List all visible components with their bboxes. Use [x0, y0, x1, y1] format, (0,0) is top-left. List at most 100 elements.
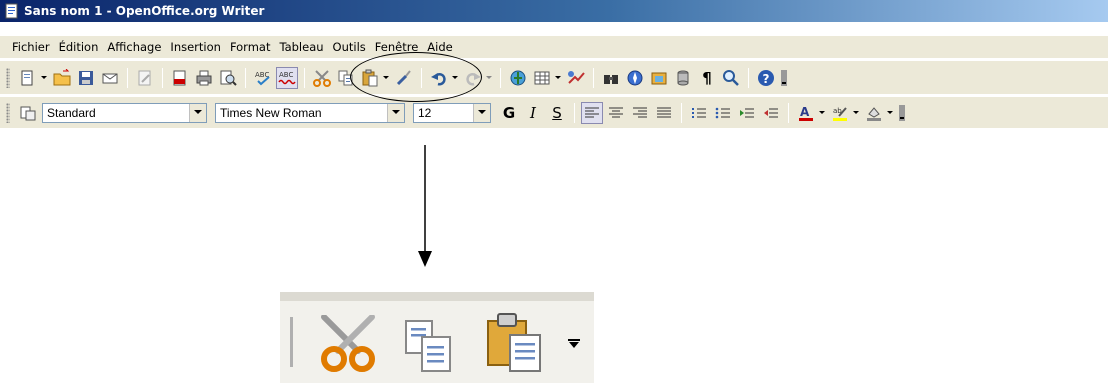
- hyperlink-button[interactable]: [507, 67, 529, 89]
- cut-button[interactable]: [311, 67, 333, 89]
- toolbar-overflow[interactable]: [897, 102, 907, 124]
- paste-dropdown-icon[interactable]: [568, 339, 580, 349]
- menu-outils[interactable]: Outils: [333, 40, 366, 54]
- edit-file-icon: [138, 70, 151, 85]
- chevron-down-icon[interactable]: [189, 103, 206, 122]
- background-color-dropdown[interactable]: [886, 102, 894, 124]
- toolbar-grip[interactable]: [6, 67, 10, 88]
- menu-affichage[interactable]: Affichage: [107, 40, 161, 54]
- paragraph-style-select[interactable]: Standard: [42, 102, 207, 123]
- bullets-button[interactable]: [712, 102, 734, 124]
- align-right-icon: [633, 107, 647, 117]
- numbering-button[interactable]: [688, 102, 710, 124]
- font-size-value: 12: [418, 105, 432, 120]
- formatting-marks-button[interactable]: ¶: [696, 67, 718, 89]
- menu-fichier[interactable]: Fichier: [12, 40, 50, 54]
- save-button[interactable]: [75, 67, 97, 89]
- navigator-button[interactable]: [624, 67, 646, 89]
- overflow-icon: [899, 104, 905, 121]
- find-replace-button[interactable]: [600, 67, 622, 89]
- font-name-value: Times New Roman: [220, 105, 322, 120]
- font-color-button[interactable]: A: [795, 102, 817, 124]
- window-title: Sans nom 1 - OpenOffice.org Writer: [24, 4, 265, 18]
- export-pdf-button[interactable]: [169, 67, 191, 89]
- zoom-button[interactable]: [720, 67, 742, 89]
- new-dropdown[interactable]: [40, 67, 48, 89]
- table-icon: [534, 71, 550, 84]
- align-center-icon: [609, 107, 623, 117]
- data-sources-icon: [677, 70, 689, 85]
- draw-functions-icon: [568, 70, 585, 84]
- standard-toolbar: ABC ABC ¶ ?: [0, 60, 1108, 94]
- writer-window: Sans nom 1 - OpenOffice.org Writer Fichi…: [0, 0, 1108, 130]
- formatting-toolbar: Standard Times New Roman 12 G I S A ab: [0, 96, 1108, 128]
- toolbar-grip[interactable]: [6, 102, 10, 123]
- menu-format[interactable]: Format: [230, 40, 271, 54]
- background-color-button[interactable]: [863, 102, 885, 124]
- gallery-button[interactable]: [648, 67, 670, 89]
- menu-insertion[interactable]: Insertion: [170, 40, 221, 54]
- save-icon: [79, 70, 93, 85]
- increase-indent-button[interactable]: [760, 102, 782, 124]
- copy-icon[interactable]: [404, 319, 456, 375]
- toolbar-separator: [127, 67, 128, 88]
- justify-button[interactable]: [653, 102, 675, 124]
- underline-button[interactable]: S: [546, 102, 568, 124]
- font-size-select[interactable]: 12: [413, 102, 491, 123]
- bold-button[interactable]: G: [498, 102, 520, 124]
- new-button[interactable]: [17, 67, 39, 89]
- justify-icon: [657, 107, 671, 117]
- draw-functions-button[interactable]: [565, 67, 587, 89]
- toolbar-separator: [788, 102, 789, 123]
- table-dropdown[interactable]: [554, 67, 562, 89]
- italic-glyph: I: [530, 103, 536, 122]
- autospellcheck-button[interactable]: ABC: [276, 66, 298, 89]
- redo-dropdown[interactable]: [485, 67, 493, 89]
- menu-edition[interactable]: Édition: [59, 40, 99, 54]
- cut-icon[interactable]: [318, 315, 378, 373]
- chevron-down-icon[interactable]: [387, 103, 404, 122]
- italic-button[interactable]: I: [522, 102, 544, 124]
- paste-icon[interactable]: [486, 311, 548, 375]
- decrease-indent-button[interactable]: [736, 102, 758, 124]
- help-icon: ?: [758, 69, 774, 86]
- navigator-icon: [627, 70, 643, 85]
- styles-button[interactable]: [17, 102, 39, 124]
- decrease-indent-icon: [740, 108, 754, 117]
- print-preview-button[interactable]: [217, 67, 239, 89]
- highlight-button[interactable]: ab: [829, 102, 851, 124]
- font-color-icon: A: [799, 105, 813, 121]
- find-replace-icon: [604, 74, 618, 84]
- underline-glyph: S: [552, 103, 562, 122]
- chevron-down-icon[interactable]: [473, 103, 490, 122]
- svg-text:?: ?: [763, 72, 770, 86]
- toolbar-separator: [681, 102, 682, 123]
- cut-icon: [313, 69, 331, 87]
- spellcheck-button[interactable]: ABC: [252, 67, 274, 89]
- toolbar-separator: [500, 67, 501, 88]
- edit-file-button[interactable]: [134, 67, 156, 89]
- table-button[interactable]: [531, 67, 553, 89]
- bold-glyph: G: [502, 103, 516, 122]
- autospellcheck-icon: ABC: [278, 71, 296, 84]
- styles-icon: [20, 106, 36, 120]
- print-button[interactable]: [193, 67, 215, 89]
- toolbar-overflow[interactable]: [779, 67, 789, 89]
- help-button[interactable]: ?: [755, 67, 777, 89]
- align-left-button[interactable]: [581, 101, 603, 124]
- font-color-dropdown[interactable]: [818, 102, 826, 124]
- align-center-button[interactable]: [605, 102, 627, 124]
- export-pdf-icon: [173, 70, 186, 85]
- email-button[interactable]: [99, 67, 121, 89]
- data-sources-button[interactable]: [672, 67, 694, 89]
- font-name-select[interactable]: Times New Roman: [215, 102, 405, 123]
- hyperlink-icon: [510, 70, 526, 85]
- menu-tableau[interactable]: Tableau: [279, 40, 323, 54]
- open-folder-icon: [53, 68, 71, 85]
- bullet-list-icon: [715, 107, 730, 118]
- open-button[interactable]: [51, 67, 73, 89]
- print-icon: [196, 70, 212, 85]
- highlight-icon: ab: [833, 107, 847, 121]
- highlight-dropdown[interactable]: [852, 102, 860, 124]
- align-right-button[interactable]: [629, 102, 651, 124]
